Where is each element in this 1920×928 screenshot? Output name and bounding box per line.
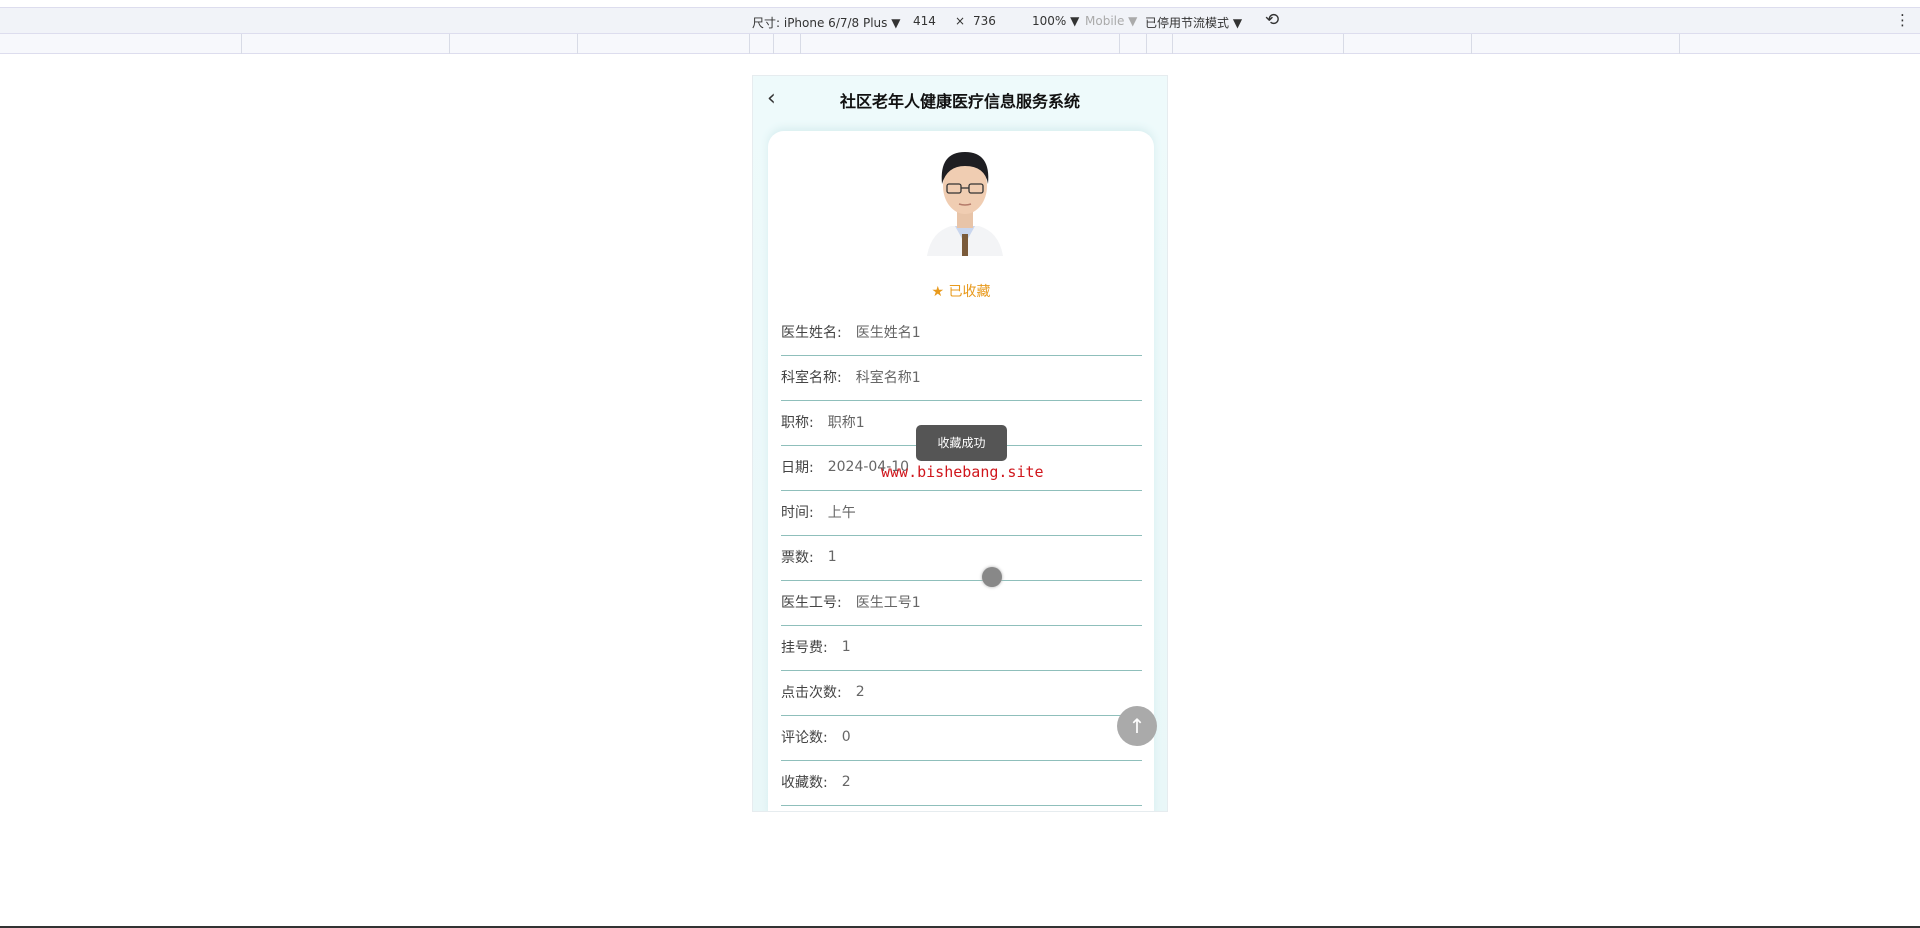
- width-input[interactable]: 414: [913, 14, 936, 28]
- mode-select[interactable]: Mobile ▼: [1085, 14, 1137, 28]
- field-label: 科室名称:: [781, 367, 842, 387]
- field-label: 票数:: [781, 547, 814, 567]
- field-row-favorites: 收藏数: 2: [781, 761, 1142, 806]
- favorite-status[interactable]: ★ 已收藏: [768, 281, 1154, 301]
- field-value: 科室名称1: [856, 367, 921, 387]
- touch-cursor-indicator: [982, 567, 1002, 587]
- field-value: 0: [842, 729, 851, 745]
- field-label: 医生姓名:: [781, 322, 842, 342]
- media-query-ruler: [0, 34, 1920, 54]
- star-icon: ★: [931, 284, 944, 300]
- field-row-tickets: 票数: 1: [781, 536, 1142, 581]
- field-label: 医生工号:: [781, 592, 842, 612]
- field-value: 2: [842, 774, 851, 790]
- rotate-icon[interactable]: ⟲: [1265, 10, 1279, 30]
- detail-list: 医生姓名:医生姓名1 科室名称:科室名称1 职称:职称1 日期:2024-04-…: [781, 311, 1142, 806]
- field-label: 挂号费:: [781, 637, 828, 657]
- field-row-fee: 挂号费: 1: [781, 626, 1142, 671]
- favorite-label: 已收藏: [949, 284, 991, 300]
- field-value: 医生姓名1: [856, 322, 921, 342]
- mobile-viewport: ‹ 社区老年人健康医疗信息服务系统 ★ 已收藏 医生姓名:医生姓名1 科室名称:…: [752, 75, 1168, 812]
- more-icon[interactable]: ⋮: [1895, 11, 1910, 29]
- field-row-time: 时间: 上午: [781, 491, 1142, 536]
- back-to-top-button[interactable]: ↑: [1117, 706, 1157, 746]
- field-row-comments: 评论数: 0: [781, 716, 1142, 761]
- toast-message: 收藏成功: [916, 425, 1007, 461]
- field-row-department: 科室名称: 科室名称1: [781, 356, 1142, 401]
- field-value: 上午: [828, 502, 856, 522]
- zoom-select[interactable]: 100% ▼: [1032, 14, 1079, 28]
- devtools-toolbar: 尺寸: iPhone 6/7/8 Plus ▼ 414 × 736 100% ▼…: [0, 7, 1920, 34]
- dimension-separator: ×: [955, 14, 965, 28]
- watermark: www.bishebang.site: [881, 463, 1044, 481]
- field-value: 1: [842, 639, 851, 655]
- doctor-avatar: [925, 144, 1005, 256]
- field-label: 日期:: [781, 457, 814, 477]
- field-value: 1: [828, 549, 837, 565]
- field-label: 时间:: [781, 502, 814, 522]
- device-select[interactable]: 尺寸: iPhone 6/7/8 Plus ▼: [752, 14, 900, 31]
- field-value: 职称1: [828, 412, 865, 432]
- height-input[interactable]: 736: [973, 14, 996, 28]
- page-title: 社区老年人健康医疗信息服务系统: [753, 88, 1167, 112]
- field-value: 医生工号1: [856, 592, 921, 612]
- arrow-up-icon: ↑: [1129, 714, 1146, 738]
- field-label: 评论数:: [781, 727, 828, 747]
- field-label: 点击次数:: [781, 682, 842, 702]
- field-row-doctor-name: 医生姓名: 医生姓名1: [781, 311, 1142, 356]
- field-row-doctor-id: 医生工号: 医生工号1: [781, 581, 1142, 626]
- field-value: 2: [856, 684, 865, 700]
- field-row-clicks: 点击次数: 2: [781, 671, 1142, 716]
- field-label: 职称:: [781, 412, 814, 432]
- field-label: 收藏数:: [781, 772, 828, 792]
- throttle-select[interactable]: 已停用节流模式 ▼: [1145, 14, 1242, 31]
